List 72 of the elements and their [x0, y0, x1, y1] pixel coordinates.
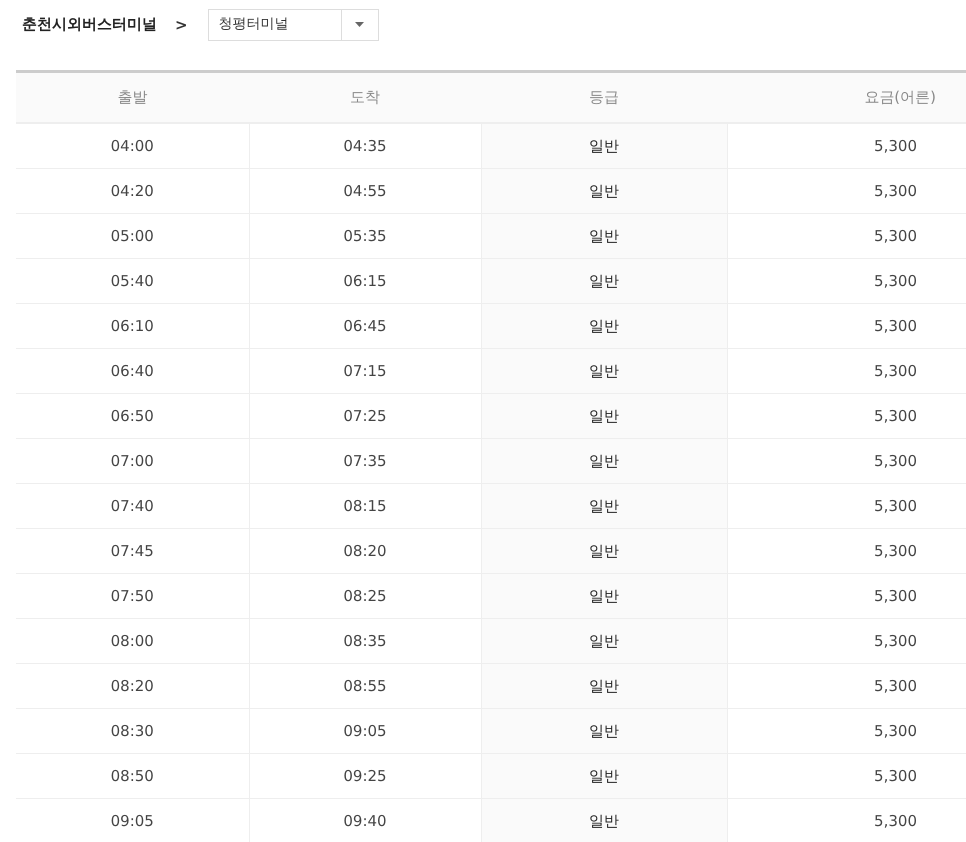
- table-cell: 일반: [481, 618, 727, 664]
- table-cell: 08:50: [16, 754, 249, 798]
- table-cell: 06:15: [249, 258, 481, 304]
- table-cell: 5,300: [727, 438, 966, 484]
- table-cell: 08:20: [16, 664, 249, 708]
- table-cell: 일반: [481, 664, 727, 708]
- column-header: 도착: [249, 72, 481, 123]
- table-cell: 일반: [481, 258, 727, 304]
- column-header: 등급: [481, 72, 727, 123]
- table-cell: 07:15: [249, 348, 481, 394]
- table-cell: 05:40: [16, 258, 249, 304]
- column-header: 출발: [16, 72, 249, 123]
- table-cell: 5,300: [727, 618, 966, 664]
- table-cell: 04:00: [16, 123, 249, 168]
- table-cell: 5,300: [727, 123, 966, 168]
- table-cell: 5,300: [727, 258, 966, 304]
- table-cell: 07:25: [249, 394, 481, 438]
- table-cell: 09:05: [249, 708, 481, 754]
- table-cell: 08:20: [249, 528, 481, 574]
- table-cell: 09:05: [16, 798, 249, 842]
- table-cell: 일반: [481, 394, 727, 438]
- table-cell: 06:10: [16, 304, 249, 348]
- table-cell: 07:35: [249, 438, 481, 484]
- table-cell: 5,300: [727, 304, 966, 348]
- table-cell: 5,300: [727, 348, 966, 394]
- table-cell: 08:55: [249, 664, 481, 708]
- table-cell: 05:00: [16, 214, 249, 258]
- table-cell: 일반: [481, 304, 727, 348]
- destination-select[interactable]: 청평터미널: [208, 8, 379, 40]
- origin-terminal: 춘천시외버스터미널: [22, 15, 157, 34]
- column-header: 요금(어른): [727, 72, 966, 123]
- table-cell: 5,300: [727, 798, 966, 842]
- table-cell: 5,300: [727, 394, 966, 438]
- table-cell: 일반: [481, 798, 727, 842]
- table-cell: 일반: [481, 438, 727, 484]
- table-cell: 09:25: [249, 754, 481, 798]
- table-cell: 04:55: [249, 168, 481, 214]
- table-cell: 일반: [481, 168, 727, 214]
- table-cell: 05:35: [249, 214, 481, 258]
- table-cell: 07:50: [16, 574, 249, 618]
- table-cell: 08:00: [16, 618, 249, 664]
- table-cell: 08:35: [249, 618, 481, 664]
- table-cell: 04:20: [16, 168, 249, 214]
- breadcrumb-separator: >: [175, 16, 188, 34]
- table-cell: 일반: [481, 123, 727, 168]
- table-cell: 07:00: [16, 438, 249, 484]
- table-cell: 06:50: [16, 394, 249, 438]
- table-cell: 07:40: [16, 484, 249, 528]
- table-cell: 5,300: [727, 528, 966, 574]
- table-cell: 08:25: [249, 574, 481, 618]
- table-cell: 09:40: [249, 798, 481, 842]
- table-cell: 5,300: [727, 168, 966, 214]
- caret-icon: [355, 22, 364, 27]
- table-cell: 08:15: [249, 484, 481, 528]
- table-cell: 일반: [481, 484, 727, 528]
- table-cell: 07:45: [16, 528, 249, 574]
- table-cell: 일반: [481, 348, 727, 394]
- table-cell: 5,300: [727, 484, 966, 528]
- table-cell: 일반: [481, 754, 727, 798]
- table-cell: 일반: [481, 214, 727, 258]
- table-cell: 08:30: [16, 708, 249, 754]
- table-cell: 5,300: [727, 664, 966, 708]
- table-cell: 5,300: [727, 708, 966, 754]
- table-cell: 일반: [481, 708, 727, 754]
- table-cell: 5,300: [727, 214, 966, 258]
- table-cell: 04:35: [249, 123, 481, 168]
- table-cell: 일반: [481, 528, 727, 574]
- table-cell: 06:45: [249, 304, 481, 348]
- table-cell: 06:40: [16, 348, 249, 394]
- table-cell: 5,300: [727, 754, 966, 798]
- table-cell: 일반: [481, 574, 727, 618]
- table-cell: 5,300: [727, 574, 966, 618]
